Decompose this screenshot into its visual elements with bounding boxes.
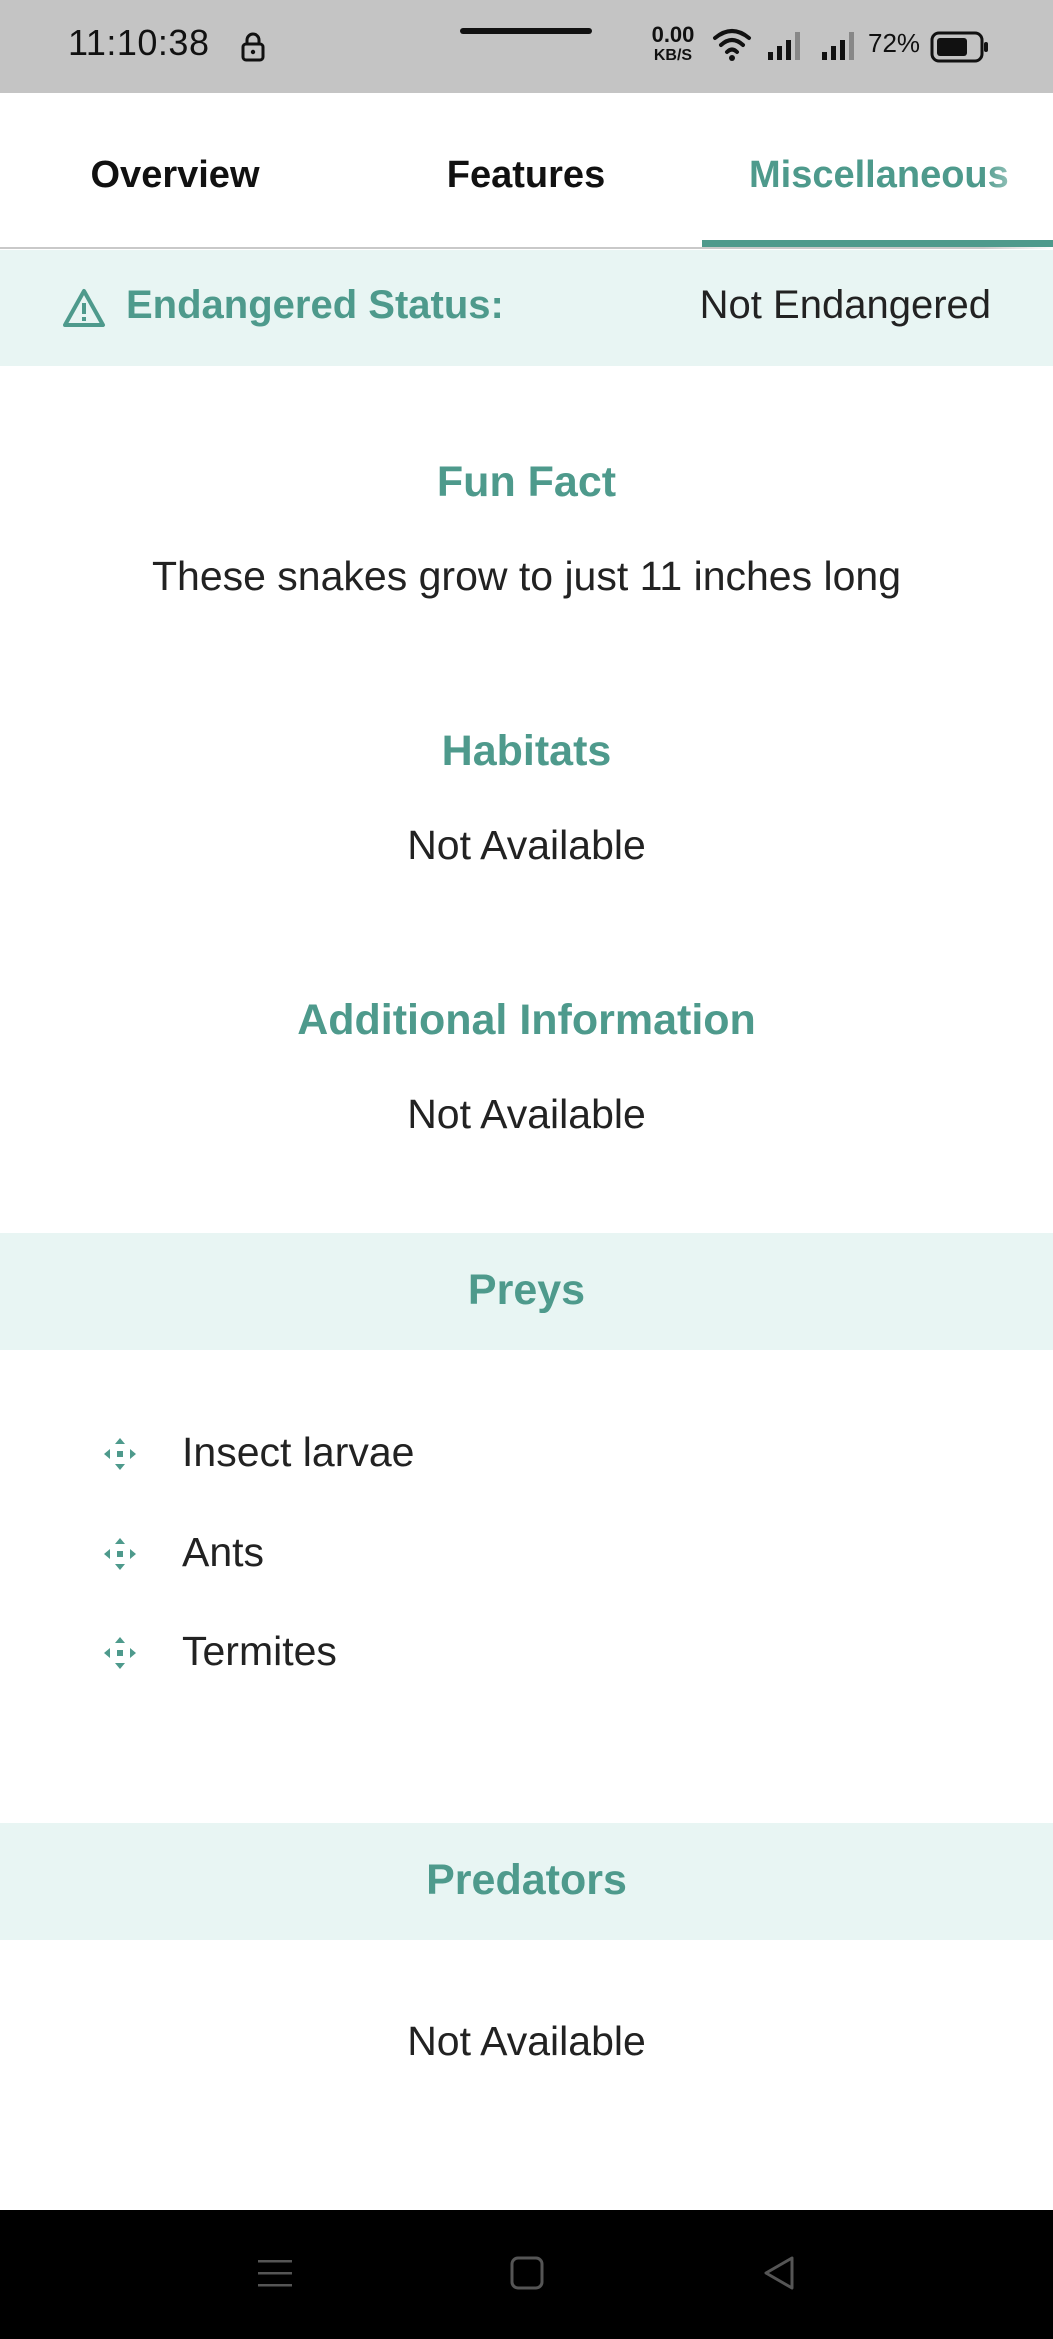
tab-fade — [983, 93, 1053, 249]
endangered-status-label: Endangered Status: — [126, 283, 504, 327]
tab-overview[interactable]: Overview — [0, 93, 350, 249]
net-speed-value: 0.00 — [651, 22, 695, 47]
status-bar: 11:10:38 0.00 KB/S 72% — [0, 0, 1053, 93]
prey-label: Ants — [182, 1529, 265, 1575]
predators-text: Not Available — [407, 2018, 646, 2064]
notch-pill — [460, 28, 592, 34]
list-item: Insect larvae — [0, 1422, 1053, 1482]
battery-icon — [930, 31, 988, 63]
wifi-icon — [713, 29, 751, 61]
net-speed-unit: KB/S — [653, 47, 693, 64]
preys-title: Preys — [467, 1266, 586, 1314]
net-speed: 0.00 KB/S — [645, 24, 701, 64]
habitats-title: Habitats — [441, 727, 612, 775]
status-time: 11:10:38 — [68, 22, 210, 63]
home-icon[interactable] — [508, 2254, 546, 2292]
endangered-status-value: Not Endangered — [699, 283, 991, 327]
battery-percent: 72% — [868, 28, 921, 58]
fun-fact-text: These snakes grow to just 11 inches long — [151, 553, 902, 599]
tab-bar: Overview Features Miscellaneous — [0, 93, 1053, 249]
tab-miscellaneous[interactable]: Miscellaneous — [702, 93, 1053, 249]
fun-fact-title: Fun Fact — [436, 458, 617, 506]
tab-miscellaneous-label: Miscellaneous — [749, 154, 1009, 196]
additional-information-text: Not Available — [407, 1091, 646, 1137]
warning-icon — [63, 289, 105, 327]
move-arrows-icon — [104, 1637, 136, 1669]
list-item: Ants — [0, 1522, 1053, 1582]
tab-indicator — [702, 240, 1053, 247]
prey-label: Termites — [182, 1628, 337, 1674]
menu-icon[interactable] — [256, 2254, 294, 2292]
move-arrows-icon — [104, 1438, 136, 1470]
habitats-text: Not Available — [407, 822, 646, 868]
tab-features[interactable]: Features — [350, 93, 702, 249]
move-arrows-icon — [104, 1538, 136, 1570]
prey-label: Insect larvae — [182, 1429, 415, 1475]
signal-icon — [768, 32, 800, 60]
back-icon[interactable] — [760, 2254, 798, 2292]
list-item: Termites — [0, 1621, 1053, 1681]
lock-icon — [241, 32, 265, 62]
additional-information-title: Additional Information — [297, 996, 756, 1044]
predators-title: Predators — [426, 1856, 627, 1904]
signal-icon — [822, 32, 854, 60]
